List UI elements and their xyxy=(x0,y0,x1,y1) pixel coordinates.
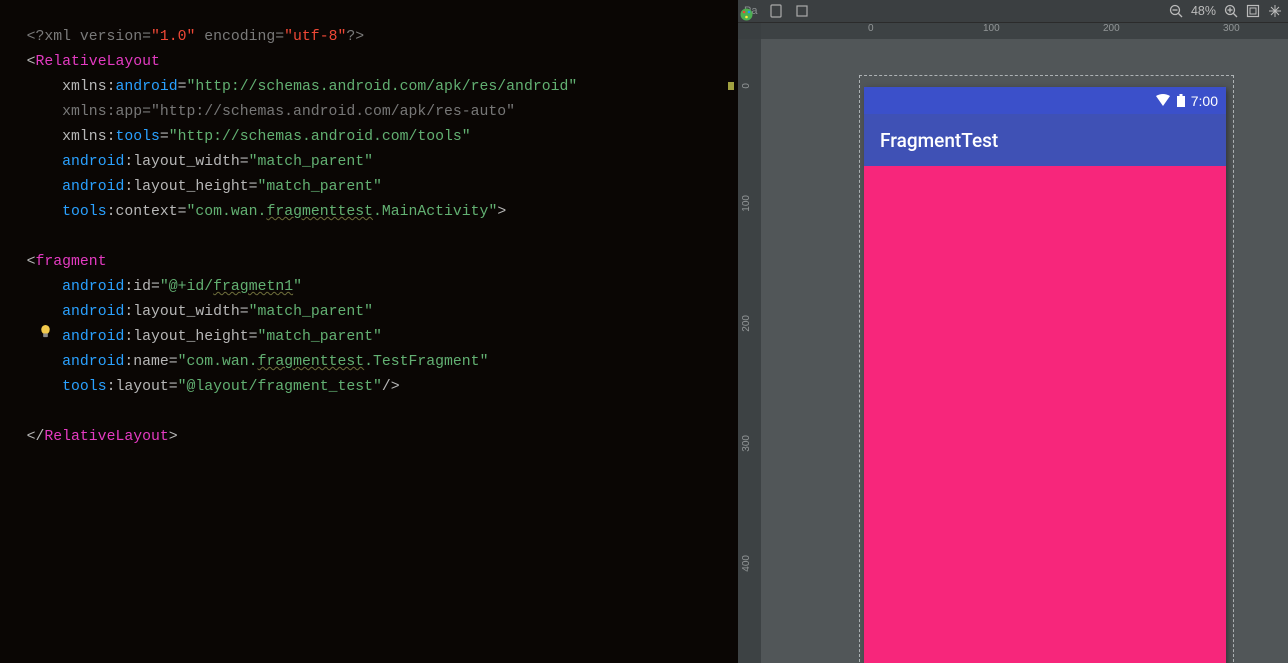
horizontal-ruler: 0 100 200 300 xyxy=(761,23,1288,40)
zoom-out-icon[interactable] xyxy=(1169,4,1183,18)
square-icon[interactable] xyxy=(795,4,809,18)
vertical-ruler: 0 100 200 300 400 xyxy=(738,39,761,663)
status-bar: 7:00 xyxy=(864,87,1226,114)
change-marker xyxy=(728,82,734,90)
device-frame[interactable]: 7:00 FragmentTest xyxy=(864,87,1226,663)
typo-fragmetn1: fragmetn1 xyxy=(213,279,293,295)
code-content[interactable]: <?xml version="1.0" encoding="utf-8"?> <… xyxy=(0,0,738,450)
zoom-percentage: 48% xyxy=(1191,4,1216,18)
preview-toolbar: Pa 48% xyxy=(738,0,1288,23)
wifi-icon xyxy=(1155,94,1171,108)
unused-ns: xmlns:app="http://schemas.android.com/ap… xyxy=(62,104,515,120)
battery-icon xyxy=(1176,94,1186,108)
fragment-body[interactable] xyxy=(864,166,1226,663)
typo-fragmenttest: fragmenttest xyxy=(266,204,373,220)
preview-canvas[interactable]: 7:00 FragmentTest xyxy=(761,39,1288,663)
zoom-in-icon[interactable] xyxy=(1224,4,1238,18)
app-title: FragmentTest xyxy=(880,129,998,152)
fit-screen-icon[interactable] xyxy=(1246,4,1260,18)
pan-icon[interactable] xyxy=(1268,4,1282,18)
app-bar: FragmentTest xyxy=(864,114,1226,166)
status-time: 7:00 xyxy=(1191,93,1218,109)
device-icon[interactable] xyxy=(769,4,783,18)
code-editor-pane[interactable]: <?xml version="1.0" encoding="utf-8"?> <… xyxy=(0,0,738,663)
tag-fragment: fragment xyxy=(36,254,107,270)
layout-preview-pane: Pa 48% 0 100 200 300 0 100 200 xyxy=(738,0,1288,663)
palette-icon[interactable] xyxy=(739,7,754,27)
xml-decl-open: <?xml version= xyxy=(27,29,151,45)
tag-relativelayout: RelativeLayout xyxy=(36,54,160,70)
lightbulb-icon[interactable] xyxy=(38,324,53,339)
